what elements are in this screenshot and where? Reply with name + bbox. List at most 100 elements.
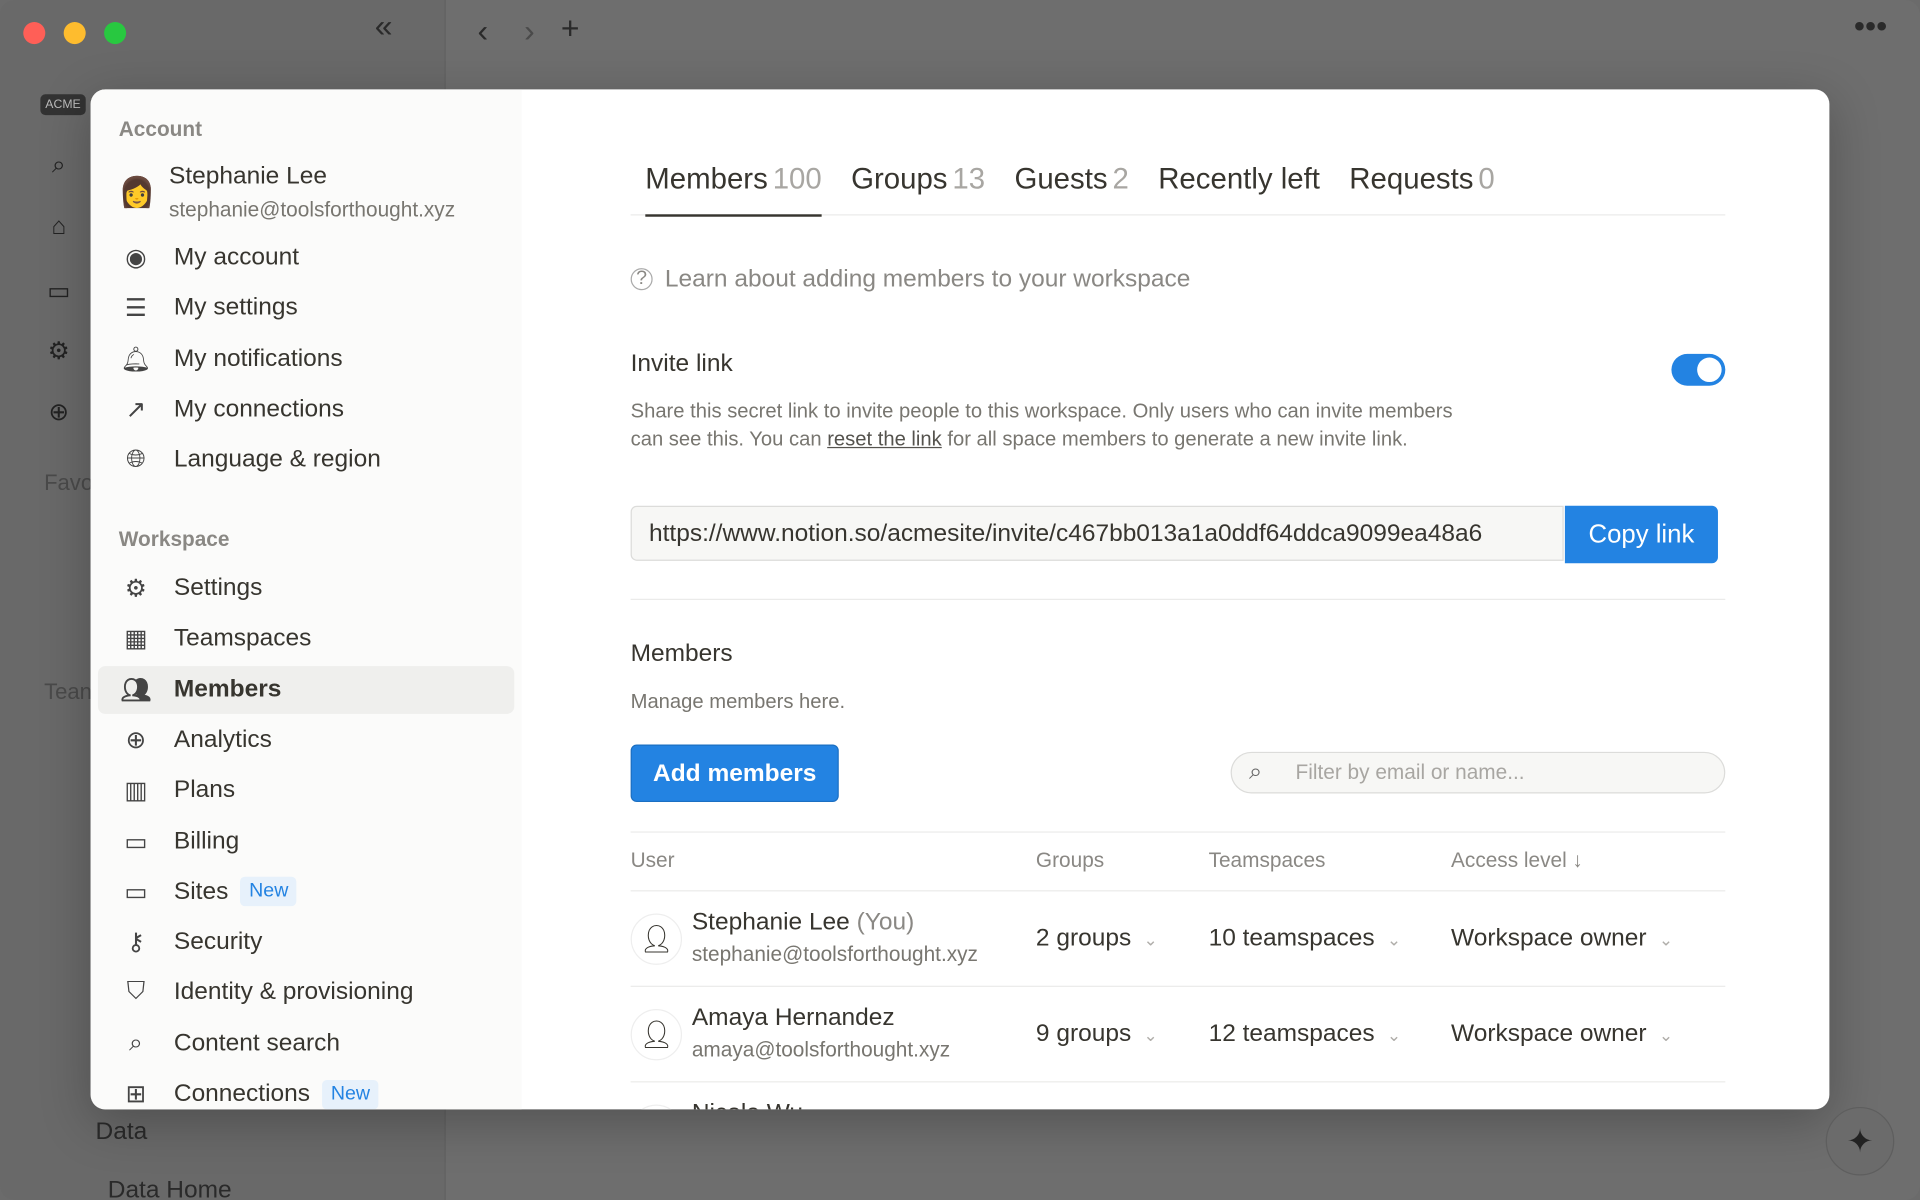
search-icon: ⌕ <box>129 1029 143 1057</box>
invite-link-description: Share this secret link to invite people … <box>631 398 1488 454</box>
copy-link-button[interactable]: Copy link <box>1564 505 1718 564</box>
nav-item-identity-provisioning[interactable]: ⛉ Identity & provisioning <box>98 969 514 1017</box>
tab-label: Groups <box>851 162 948 196</box>
gear-icon: ⚙ <box>124 575 147 603</box>
nav-item-label: Sites <box>173 877 229 905</box>
name-text: Amaya Hernandez <box>691 1004 895 1032</box>
zoom-window-button[interactable] <box>104 22 127 45</box>
nav-item-members[interactable]: 👥︎ Members <box>97 665 515 714</box>
tab-members[interactable]: Members 100 <box>645 153 822 217</box>
nav-item-analytics[interactable]: ⊕ Analytics <box>98 716 514 764</box>
nav-item-connections[interactable]: ⊞ Connections New <box>98 1070 514 1109</box>
nav-item-language-region[interactable]: 🌐︎ Language & region <box>98 436 514 484</box>
new-badge: New <box>240 877 297 907</box>
invite-link-toggle[interactable] <box>1671 353 1726 386</box>
avatar: 👤︎ <box>630 913 683 965</box>
user-circle-icon: ◉ <box>125 244 147 272</box>
collapse-sidebar-icon[interactable]: « <box>375 7 393 45</box>
back-icon[interactable]: ‹ <box>478 12 489 50</box>
teamspaces-value: 12 teamspaces <box>1208 1020 1375 1047</box>
groups-dropdown[interactable]: 9 groups ⌄ <box>1036 1020 1158 1048</box>
members-subtitle: Manage members here. <box>630 690 846 713</box>
nav-item-plans[interactable]: ▥ Plans <box>98 767 514 815</box>
search-icon[interactable]: ⌕ <box>44 152 73 181</box>
groups-value: 9 groups <box>1035 1020 1132 1047</box>
analytics-icon: ⊕ <box>125 727 147 755</box>
column-access-level[interactable]: Access level ↓ <box>1451 849 1583 873</box>
nav-item-label: Plans <box>173 776 236 804</box>
more-options-icon[interactable]: ••• <box>1854 7 1887 45</box>
learn-link[interactable]: ? Learn about adding members to your work… <box>630 266 1190 294</box>
nav-item-label: Identity & provisioning <box>173 978 414 1006</box>
filter-placeholder: Filter by email or name... <box>1295 760 1525 784</box>
chevron-down-icon: ⌄ <box>1658 929 1674 949</box>
inbox-icon[interactable]: ▭ <box>44 276 73 305</box>
tab-groups[interactable]: Groups 13 <box>851 153 985 214</box>
plus-circle-icon[interactable]: ⊕ <box>44 397 73 426</box>
nav-item-label: My connections <box>173 395 345 423</box>
groups-dropdown[interactable]: 2 groups ⌄ <box>1036 924 1158 952</box>
nav-item-my-notifications[interactable]: 🔔︎ My notifications <box>98 335 514 383</box>
home-icon[interactable]: ⌂ <box>44 213 73 242</box>
gear-icon[interactable]: ⚙ <box>44 336 73 365</box>
data-page-link[interactable]: Data <box>96 1118 148 1146</box>
new-page-icon[interactable]: + <box>561 10 580 48</box>
nav-item-my-settings[interactable]: ☰ My settings <box>98 284 514 332</box>
access-level-dropdown[interactable]: Workspace owner ⌄ <box>1451 1020 1673 1048</box>
help-icon: ? <box>630 268 653 291</box>
data-home-link[interactable]: Data Home <box>108 1177 232 1200</box>
access-value: Workspace owner <box>1451 1020 1647 1047</box>
new-badge: New <box>322 1079 379 1109</box>
column-user: User <box>630 848 675 872</box>
user-avatar: 👩 <box>118 176 156 210</box>
table-row[interactable]: 👤︎ Stephanie Lee (You) stephanie@toolsfo… <box>630 891 1726 987</box>
teamspaces-dropdown[interactable]: 10 teamspaces ⌄ <box>1209 924 1402 952</box>
tab-count: 100 <box>772 162 822 196</box>
browser-icon: ▭ <box>124 878 148 906</box>
nav-item-my-account[interactable]: ◉ My account <box>98 234 514 282</box>
nav-item-content-search[interactable]: ⌕ Content search <box>98 1020 514 1068</box>
table-row[interactable]: 👤︎ Amaya Hernandez amaya@toolsforthought… <box>630 987 1726 1083</box>
nav-item-label: Connections <box>173 1080 311 1107</box>
tab-count: 2 <box>1112 162 1129 196</box>
forward-icon[interactable]: › <box>524 12 535 50</box>
access-level-dropdown[interactable]: Workspace owner ⌄ <box>1451 924 1673 952</box>
tab-label: Guests <box>1014 162 1108 196</box>
reset-link[interactable]: reset the link <box>827 429 942 451</box>
name-text: Stephanie Lee <box>691 908 850 936</box>
workspace-heading: Workspace <box>118 527 230 552</box>
avatar: 👤︎ <box>630 1008 683 1061</box>
user-name: Nicole Wu <box>692 1100 803 1110</box>
nav-item-teamspaces[interactable]: ▦ Teamspaces <box>98 615 514 663</box>
account-heading: Account <box>118 117 203 141</box>
nav-item-my-connections[interactable]: ↗ My connections <box>98 386 514 434</box>
tab-requests[interactable]: Requests 0 <box>1349 153 1494 214</box>
user-name: Stephanie Lee (You) <box>692 909 914 937</box>
nav-item-sites[interactable]: ▭ Sites New <box>98 868 514 916</box>
access-value: Workspace owner <box>1451 924 1647 952</box>
user-email: stephanie@toolsforthought.xyz <box>691 942 978 967</box>
nav-item-label: My account <box>173 243 300 271</box>
column-groups: Groups <box>1035 848 1105 872</box>
map-icon: ▥ <box>124 777 148 805</box>
add-members-button[interactable]: Add members <box>630 744 839 803</box>
invite-url-field[interactable]: https://www.notion.so/acmesite/invite/c4… <box>630 505 1564 561</box>
avatar: 👤︎ <box>630 1104 683 1110</box>
filter-input[interactable]: ⌕ Filter by email or name... <box>1230 751 1726 794</box>
nav-item-label: Teamspaces <box>173 624 312 652</box>
invite-link-title: Invite link <box>630 350 733 378</box>
chevron-down-icon: ⌄ <box>1386 929 1402 949</box>
workspace-logo[interactable]: ACME <box>40 94 86 116</box>
external-link-icon: ↗ <box>125 396 147 424</box>
teamspaces-dropdown[interactable]: 12 teamspaces ⌄ <box>1209 1020 1402 1048</box>
nav-item-settings[interactable]: ⚙ Settings <box>98 564 514 612</box>
groups-value: 2 groups <box>1035 924 1132 952</box>
tab-guests[interactable]: Guests 2 <box>1014 153 1128 214</box>
tab-recently-left[interactable]: Recently left <box>1158 153 1320 214</box>
nav-item-billing[interactable]: ▭ Billing <box>98 817 514 865</box>
nav-item-security[interactable]: ⚷ Security <box>98 918 514 966</box>
close-window-button[interactable] <box>23 22 46 45</box>
ai-assistant-button[interactable]: ✦ <box>1825 1106 1895 1176</box>
table-row[interactable]: 👤︎ Nicole Wu <box>630 1082 1726 1110</box>
minimize-window-button[interactable] <box>63 22 86 45</box>
